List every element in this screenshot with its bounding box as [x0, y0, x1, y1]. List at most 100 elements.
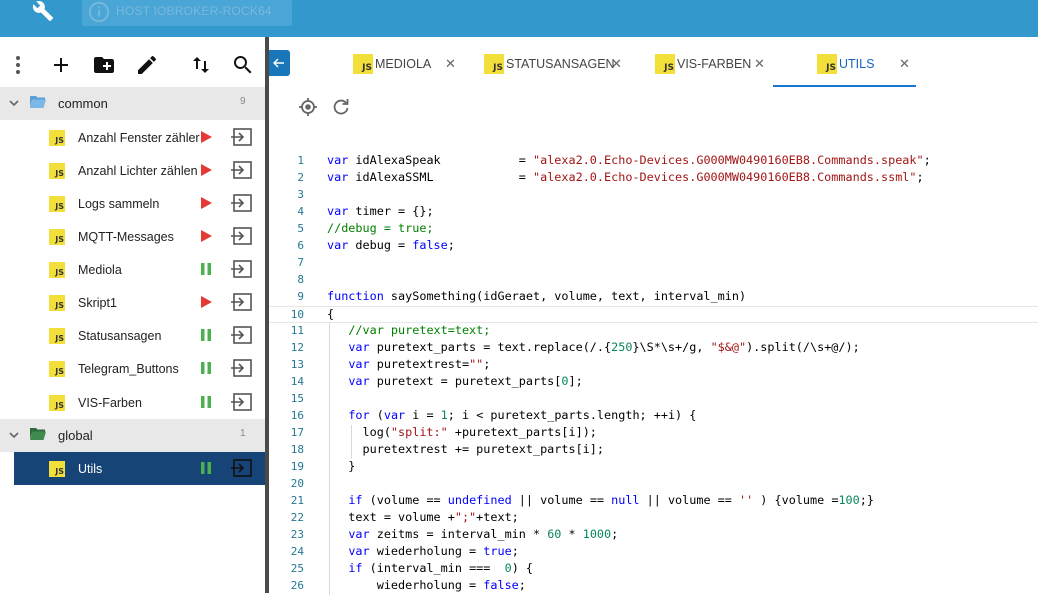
line-number: 1: [297, 154, 304, 167]
code-line[interactable]: 14 var puretext = puretext_parts[0];: [269, 374, 1038, 391]
pause-icon[interactable]: [199, 262, 213, 276]
play-icon[interactable]: [199, 196, 213, 210]
code-line[interactable]: 5 //debug = true;: [269, 221, 1038, 238]
code-line[interactable]: 21 if (volume == undefined || volume == …: [269, 493, 1038, 510]
folder-global[interactable]: global 1: [0, 419, 265, 452]
sort-icon[interactable]: [189, 53, 213, 77]
code-line[interactable]: 13 var puretextrest="";: [269, 357, 1038, 374]
chevron-down-icon[interactable]: [8, 429, 20, 441]
js-file-icon: JS: [49, 130, 65, 146]
indent-guide: [329, 323, 330, 595]
code-editor[interactable]: 1 var idAlexaSpeak = "alexa2.0.Echo-Devic…: [269, 153, 1038, 595]
script-item[interactable]: JS Logs sammeln: [0, 187, 265, 220]
tab-utils[interactable]: JS UTILS ✕: [817, 50, 917, 86]
export-icon[interactable]: [230, 393, 252, 411]
code-line[interactable]: 25 if (interval_min === 0) {: [269, 561, 1038, 578]
line-number: 10: [290, 308, 304, 321]
export-icon[interactable]: [230, 194, 252, 212]
tab-label: VIS-FARBEN: [677, 57, 752, 71]
pause-icon[interactable]: [199, 395, 213, 409]
close-icon[interactable]: ✕: [899, 56, 910, 72]
script-tree-panel: common 9 JS Anzahl Fenster zähler JS Anz…: [0, 37, 265, 593]
export-icon[interactable]: [230, 128, 252, 146]
line-number: 13: [290, 358, 304, 371]
code-line[interactable]: 10 {: [269, 306, 1038, 323]
line-number: 23: [290, 528, 304, 541]
add-icon[interactable]: [49, 53, 73, 77]
code-line[interactable]: 15: [269, 391, 1038, 408]
code-line[interactable]: 17 log("split:" +puretext_parts[i]);: [269, 425, 1038, 442]
js-file-icon: JS: [49, 163, 65, 179]
more-vert-icon[interactable]: [6, 53, 30, 77]
code-line[interactable]: 12 var puretext_parts = text.replace(/.{…: [269, 340, 1038, 357]
line-number: 6: [297, 239, 304, 252]
export-icon[interactable]: [230, 293, 252, 311]
folder-common[interactable]: common 9: [0, 87, 265, 120]
close-icon[interactable]: ✕: [445, 56, 456, 72]
code-line[interactable]: 9 function saySomething(idGeraet, volume,…: [269, 289, 1038, 306]
pause-icon[interactable]: [199, 328, 213, 342]
code-line[interactable]: 7: [269, 255, 1038, 272]
chevron-down-icon[interactable]: [8, 97, 20, 109]
code-line[interactable]: 2 var idAlexaSSML = "alexa2.0.Echo-Device…: [269, 170, 1038, 187]
code-line[interactable]: 24 var wiederholung = true;: [269, 544, 1038, 561]
pause-icon[interactable]: [199, 461, 213, 475]
script-item[interactable]: JS Mediola: [0, 253, 265, 286]
export-icon[interactable]: [230, 359, 252, 377]
tab-statusansagen[interactable]: JS STATUSANSAGEN ✕: [484, 50, 624, 86]
script-item[interactable]: JS Skript1: [0, 286, 265, 319]
script-name: MQTT-Messages: [78, 230, 174, 244]
code-line[interactable]: 8: [269, 272, 1038, 289]
active-tab-indicator: [773, 85, 916, 87]
export-icon[interactable]: [230, 459, 252, 477]
js-file-icon: JS: [49, 295, 65, 311]
export-icon[interactable]: [230, 326, 252, 344]
host-selector[interactable]: HOST IOBROKER-ROCK64: [82, 0, 292, 26]
close-icon[interactable]: ✕: [754, 56, 765, 72]
script-item[interactable]: JS VIS-Farben: [0, 386, 265, 419]
line-number: 7: [297, 256, 304, 269]
js-file-icon: JS: [49, 361, 65, 377]
js-file-icon: JS: [353, 54, 373, 74]
script-item[interactable]: JS Telegram_Buttons: [0, 352, 265, 385]
play-icon[interactable]: [199, 163, 213, 177]
export-icon[interactable]: [230, 161, 252, 179]
pause-icon[interactable]: [199, 361, 213, 375]
wrench-icon[interactable]: [32, 0, 54, 22]
code-line[interactable]: 19 }: [269, 459, 1038, 476]
collapse-button[interactable]: [269, 50, 290, 76]
code-line[interactable]: 26 wiederholung = false;: [269, 578, 1038, 595]
script-item[interactable]: JS Statusansagen: [0, 319, 265, 352]
search-icon[interactable]: [231, 53, 255, 77]
code-line[interactable]: 6 var debug = false;: [269, 238, 1038, 255]
js-file-icon: JS: [817, 54, 837, 74]
code-line[interactable]: 22 text = volume +";"+text;: [269, 510, 1038, 527]
code-line[interactable]: 4 var timer = {};: [269, 204, 1038, 221]
script-name: Anzahl Fenster zähler: [78, 131, 200, 145]
export-icon[interactable]: [230, 260, 252, 278]
tab-mediola[interactable]: JS MEDIOLA ✕: [353, 50, 463, 86]
script-item[interactable]: JS Anzahl Lichter zählen: [0, 154, 265, 187]
code-line[interactable]: 3: [269, 187, 1038, 204]
script-item[interactable]: JS Anzahl Fenster zähler: [0, 121, 265, 154]
script-item[interactable]: JS MQTT-Messages: [0, 220, 265, 253]
play-icon[interactable]: [199, 229, 213, 243]
tab-vis-farben[interactable]: JS VIS-FARBEN ✕: [655, 50, 775, 86]
code-line[interactable]: 11 //var puretext=text;: [269, 323, 1038, 340]
code-line[interactable]: 23 var zeitms = interval_min * 60 * 1000…: [269, 527, 1038, 544]
close-icon[interactable]: ✕: [611, 56, 622, 72]
play-icon[interactable]: [199, 130, 213, 144]
code-line[interactable]: 1 var idAlexaSpeak = "alexa2.0.Echo-Devic…: [269, 153, 1038, 170]
line-number: 11: [290, 324, 304, 337]
locate-icon[interactable]: [298, 97, 318, 117]
code-text: if (interval_min === 0) {: [348, 561, 533, 575]
script-item-selected[interactable]: JS Utils: [14, 452, 265, 485]
play-icon[interactable]: [199, 295, 213, 309]
export-icon[interactable]: [230, 227, 252, 245]
edit-icon[interactable]: [135, 53, 159, 77]
code-line[interactable]: 18 puretextrest += puretext_parts[i];: [269, 442, 1038, 459]
code-line[interactable]: 16 for (var i = 1; i < puretext_parts.le…: [269, 408, 1038, 425]
code-line[interactable]: 20: [269, 476, 1038, 493]
refresh-icon[interactable]: [331, 97, 351, 117]
add-folder-icon[interactable]: [92, 53, 116, 77]
